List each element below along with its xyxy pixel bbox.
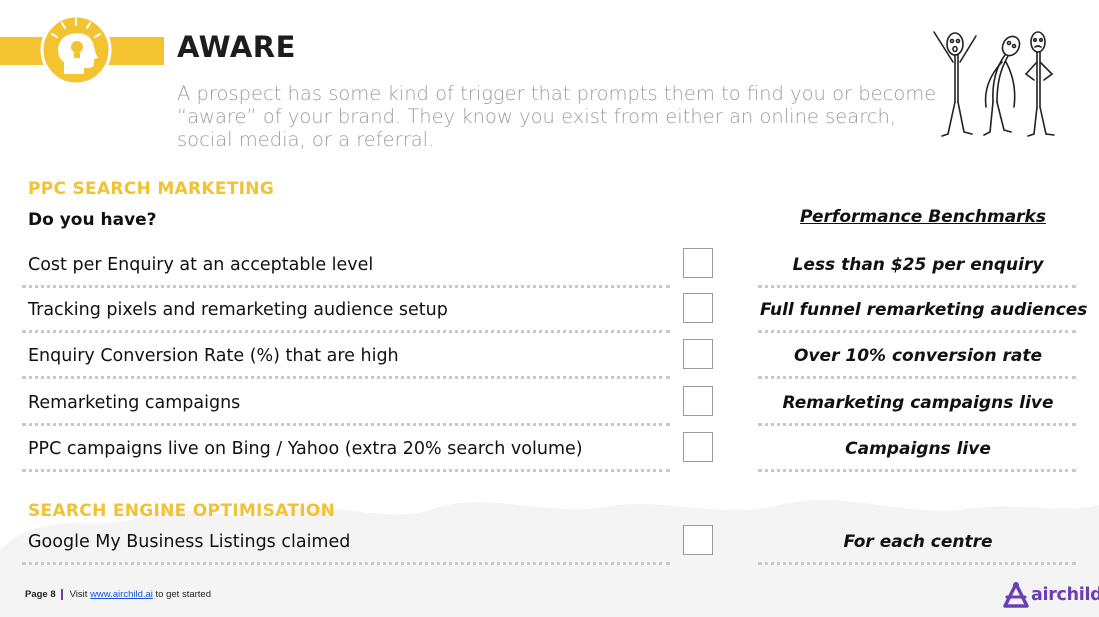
benchmark-value: Campaigns live — [845, 439, 991, 459]
benchmark-value: Less than $25 per enquiry — [792, 255, 1044, 275]
checklist-checkbox[interactable] — [683, 525, 713, 555]
dotted-divider — [758, 376, 1076, 379]
checklist-row: Remarketing campaigns Remarketing campai… — [0, 386, 1099, 439]
intro-paragraph: A prospect has some kind of trigger that… — [177, 82, 937, 151]
website-link[interactable]: www.airchild.ai — [90, 589, 153, 600]
page-footer: Page 8 Visit www.airchild.ai to get start… — [25, 589, 211, 600]
benchmark-value: For each centre — [843, 532, 993, 552]
ppc-section-heading: PPC SEARCH MARKETING — [28, 179, 275, 199]
performance-benchmarks-heading: Performance Benchmarks — [800, 207, 1046, 227]
page-number: Page 8 — [25, 589, 56, 601]
footer-cta-text: to get started — [155, 589, 211, 601]
airchild-logo[interactable]: airchild — [1002, 581, 1099, 609]
dotted-divider — [758, 330, 1076, 333]
checklist-row: Cost per Enquiry at an acceptable level … — [0, 248, 1099, 301]
dotted-divider — [22, 562, 670, 565]
checklist-row: Enquiry Conversion Rate (%) that are hig… — [0, 339, 1099, 392]
benchmark-value: Remarketing campaigns live — [782, 393, 1054, 413]
dotted-divider — [22, 376, 670, 379]
checklist-item-label: Remarketing campaigns — [28, 393, 241, 413]
airchild-wordmark: airchild — [1031, 585, 1099, 605]
checklist-item-label: Tracking pixels and remarketing audience… — [28, 300, 448, 320]
stick-figures-illustration — [933, 31, 1055, 137]
checklist-row: Tracking pixels and remarketing audience… — [0, 293, 1099, 346]
checklist-row: PPC campaigns live on Bing / Yahoo (extr… — [0, 432, 1099, 485]
benchmark-value: Full funnel remarketing audiences — [760, 300, 1088, 320]
checklist-checkbox[interactable] — [683, 248, 713, 278]
checklist-item-label: Cost per Enquiry at an acceptable level — [28, 255, 374, 275]
footer-separator — [60, 589, 63, 600]
checklist-checkbox[interactable] — [683, 339, 713, 369]
airchild-logo-icon — [1003, 582, 1029, 608]
dotted-divider — [758, 562, 1076, 565]
benchmark-value: Over 10% conversion rate — [794, 346, 1042, 366]
do-you-have-heading: Do you have? — [28, 210, 157, 230]
checklist-checkbox[interactable] — [683, 386, 713, 416]
page-title: AWARE — [177, 30, 296, 64]
dotted-divider — [22, 330, 670, 333]
head-lightbulb-icon — [40, 14, 112, 86]
checklist-item-label: Google My Business Listings claimed — [28, 532, 351, 552]
dotted-divider — [22, 285, 670, 288]
checklist-row: Google My Business Listings claimed For … — [0, 525, 1099, 578]
seo-section-heading: SEARCH ENGINE OPTIMISATION — [28, 501, 336, 521]
dotted-divider — [758, 469, 1076, 472]
dotted-divider — [22, 423, 670, 426]
dotted-divider — [758, 423, 1076, 426]
footer-visit-text: Visit — [69, 589, 88, 601]
dotted-divider — [22, 469, 670, 472]
dotted-divider — [758, 285, 1076, 288]
checklist-item-label: Enquiry Conversion Rate (%) that are hig… — [28, 346, 399, 366]
checklist-item-label: PPC campaigns live on Bing / Yahoo (extr… — [28, 439, 583, 459]
checklist-checkbox[interactable] — [683, 293, 713, 323]
checklist-checkbox[interactable] — [683, 432, 713, 462]
